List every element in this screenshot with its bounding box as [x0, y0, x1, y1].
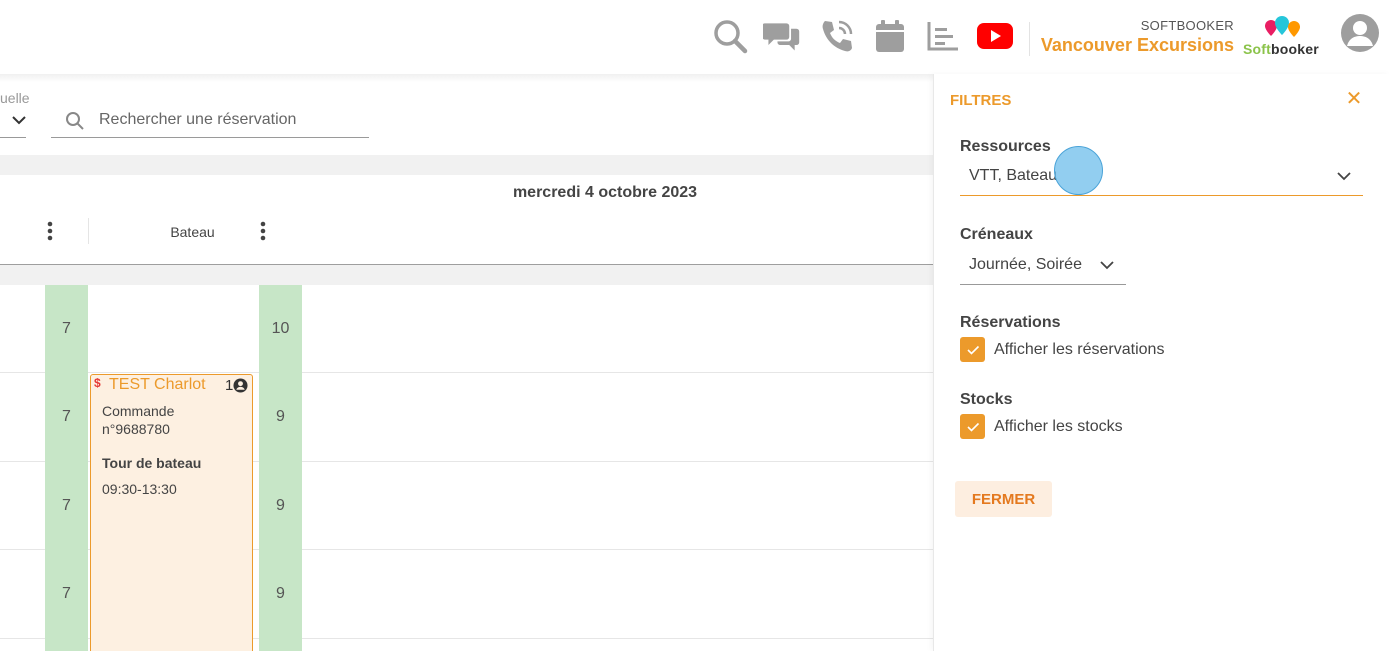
stock-cell[interactable]: 9 [259, 462, 302, 550]
user-avatar[interactable] [1341, 14, 1379, 52]
chevron-down-icon [1100, 261, 1114, 270]
view-select-label: uelle [0, 90, 30, 106]
row-divider [0, 372, 933, 373]
stock-cell[interactable]: 9 [259, 550, 302, 638]
stocks-checkbox[interactable] [960, 414, 985, 439]
close-button[interactable]: FERMER [955, 481, 1052, 517]
calendar-icon[interactable] [871, 17, 909, 55]
more-vert-icon [260, 221, 266, 241]
filters-panel [933, 74, 1389, 651]
stock-cell[interactable]: 9 [259, 373, 302, 461]
softbooker-logo: Softbooker [1243, 16, 1323, 60]
booking-card[interactable]: $ TEST Charlot 1 Commande n°9688780 Tour… [90, 374, 253, 651]
stock-column-left: 7 7 7 7 [45, 285, 88, 651]
slots-value: Journée, Soirée [969, 256, 1082, 273]
booking-customer-name: TEST Charlot [109, 376, 206, 393]
chevron-down-icon [12, 116, 26, 125]
resources-select[interactable]: VTT, Bateau [960, 162, 1363, 196]
search-input[interactable] [99, 111, 359, 129]
youtube-icon[interactable] [976, 17, 1014, 55]
header-shadow [0, 74, 933, 82]
booking-product: Tour de bateau [102, 455, 202, 471]
stock-cell[interactable]: 7 [45, 373, 88, 461]
reservations-checkbox[interactable] [960, 337, 985, 362]
person-icon [1347, 21, 1373, 46]
click-indicator [1054, 146, 1103, 195]
unpaid-dollar-icon: $ [94, 376, 101, 390]
view-select[interactable] [0, 106, 26, 138]
calendar-band [0, 265, 933, 285]
column-header-bateau: Bateau [170, 224, 215, 240]
day-title: mercredi 4 octobre 2023 [512, 184, 698, 201]
stocks-checkbox-label[interactable]: Afficher les stocks [994, 418, 1123, 436]
calendar-band [0, 155, 933, 175]
account-circle-icon [233, 378, 248, 393]
chevron-down-icon [1337, 172, 1351, 181]
search-icon [66, 112, 84, 130]
booking-order-number: n°9688780 [102, 421, 170, 437]
phone-icon[interactable] [818, 17, 856, 55]
close-icon[interactable]: ✕ [1344, 89, 1364, 109]
stock-column-right: 10 9 9 9 [259, 285, 302, 651]
more-vert-icon [47, 221, 53, 241]
reservations-checkbox-label[interactable]: Afficher les réservations [994, 341, 1164, 359]
stocks-label: Stocks [960, 391, 1013, 408]
logo-wordmark: Softbooker [1243, 41, 1319, 57]
column-menu-button[interactable] [253, 219, 273, 245]
column-menu-button[interactable] [40, 219, 60, 245]
chat-icon[interactable] [763, 17, 801, 55]
search-icon[interactable] [711, 17, 749, 55]
filters-title: FILTRES [950, 92, 1012, 109]
stock-cell[interactable]: 7 [45, 285, 88, 373]
brand-name: Vancouver Excursions [1040, 35, 1234, 55]
stock-cell[interactable]: 7 [45, 462, 88, 550]
booking-order-label: Commande [102, 403, 175, 419]
reservations-label: Réservations [960, 314, 1061, 331]
stock-cell[interactable]: 7 [45, 550, 88, 638]
chart-icon[interactable] [924, 17, 962, 55]
brand-caption: SOFTBOOKER [1140, 18, 1234, 33]
slots-label: Créneaux [960, 226, 1033, 243]
check-icon [966, 422, 979, 432]
stock-cell[interactable]: 10 [259, 285, 302, 373]
search-field[interactable] [51, 105, 369, 138]
resources-label: Ressources [960, 138, 1051, 155]
slots-select[interactable]: Journée, Soirée [960, 251, 1126, 285]
column-divider [88, 218, 89, 244]
check-icon [966, 345, 979, 355]
resources-value: VTT, Bateau [969, 167, 1058, 184]
top-header: SOFTBOOKER Vancouver Excursions Softbook… [0, 0, 1389, 74]
booking-time: 09:30-13:30 [102, 481, 177, 497]
